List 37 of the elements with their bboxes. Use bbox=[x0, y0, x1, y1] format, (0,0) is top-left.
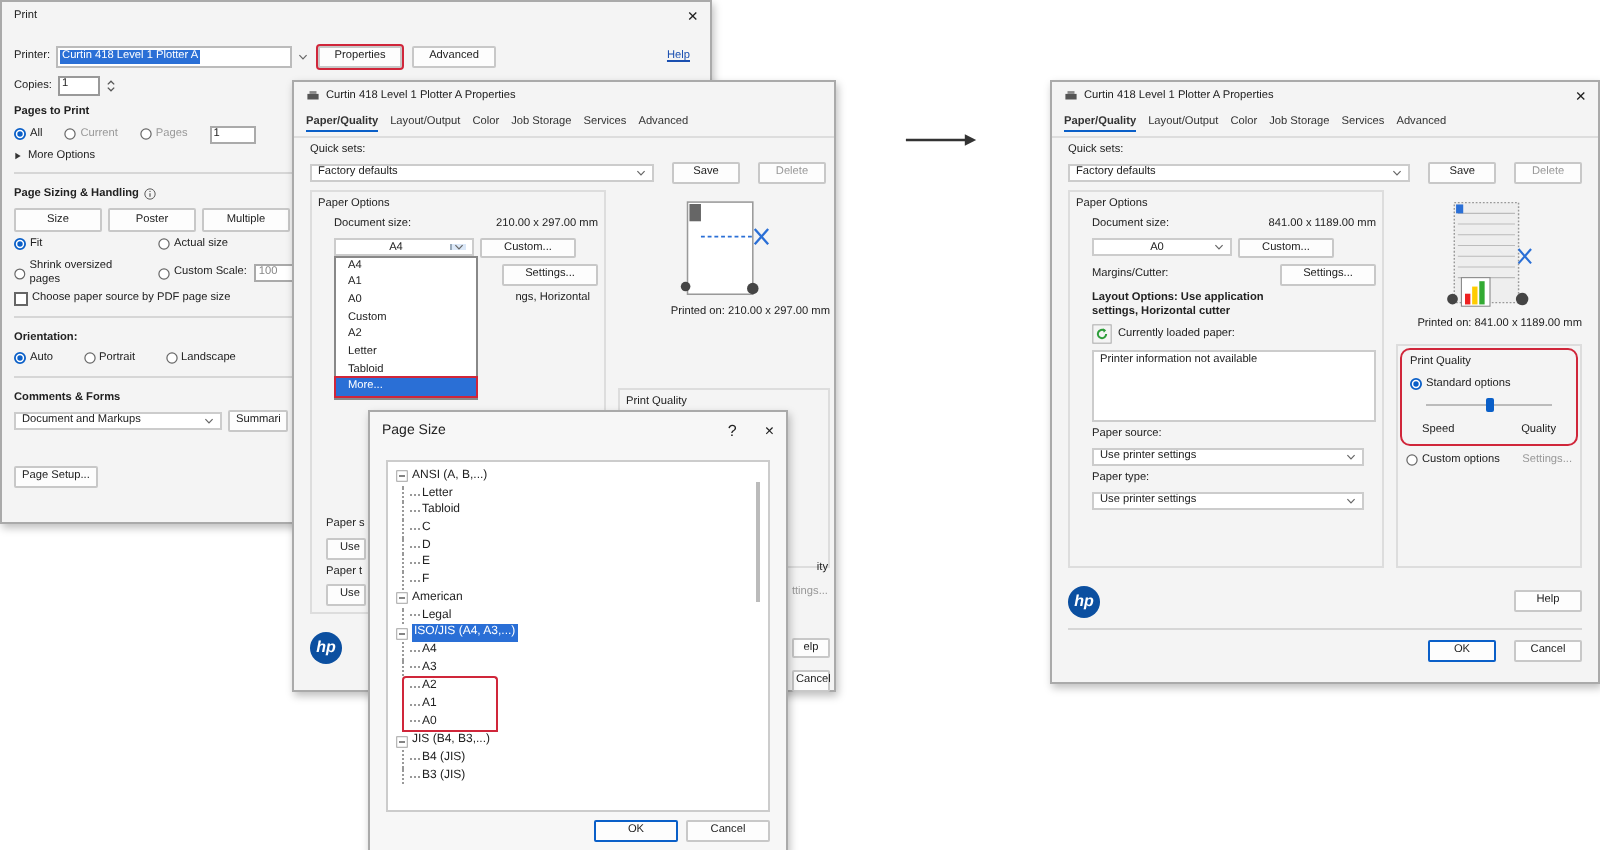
collapse-icon[interactable] bbox=[396, 627, 408, 640]
hp-logo: hp bbox=[310, 632, 342, 665]
chevron-icon bbox=[204, 418, 214, 425]
checkbox[interactable] bbox=[14, 292, 28, 307]
close-icon[interactable]: × bbox=[1575, 85, 1586, 107]
chevron-icon bbox=[1346, 454, 1356, 461]
radio-button[interactable] bbox=[14, 267, 26, 280]
arrow-icon bbox=[904, 132, 980, 148]
chevron-icon bbox=[1346, 497, 1356, 504]
close-icon[interactable]: × bbox=[687, 5, 698, 27]
radio-button[interactable] bbox=[83, 352, 96, 365]
radio-button[interactable] bbox=[158, 238, 170, 251]
radio-button[interactable] bbox=[165, 352, 178, 365]
chevron-icon bbox=[298, 54, 309, 60]
hp-logo: hp bbox=[1068, 585, 1100, 618]
info-icon[interactable] bbox=[144, 187, 157, 200]
collapse-icon[interactable] bbox=[396, 735, 408, 748]
radio-button[interactable] bbox=[158, 267, 170, 280]
help-icon[interactable]: ? bbox=[727, 422, 737, 442]
slider-thumb[interactable] bbox=[1485, 398, 1493, 413]
close-icon[interactable]: × bbox=[764, 422, 774, 442]
collapse-icon[interactable] bbox=[396, 470, 408, 483]
printer-icon bbox=[1064, 89, 1078, 102]
radio-button[interactable] bbox=[1406, 454, 1418, 467]
radio-button[interactable] bbox=[14, 238, 26, 251]
refresh-icon[interactable] bbox=[1092, 324, 1112, 345]
radio-button[interactable] bbox=[1410, 377, 1422, 390]
chevron-icon bbox=[454, 244, 464, 251]
expand-icon[interactable] bbox=[14, 152, 22, 161]
printer-icon bbox=[306, 89, 320, 102]
spinner-icon[interactable] bbox=[105, 78, 116, 94]
chevron-icon bbox=[1214, 244, 1224, 251]
chevron-icon bbox=[636, 170, 646, 177]
radio-button[interactable] bbox=[14, 352, 26, 365]
radio-button[interactable] bbox=[14, 128, 26, 141]
chevron-icon bbox=[1392, 170, 1403, 177]
collapse-icon[interactable] bbox=[396, 592, 408, 605]
